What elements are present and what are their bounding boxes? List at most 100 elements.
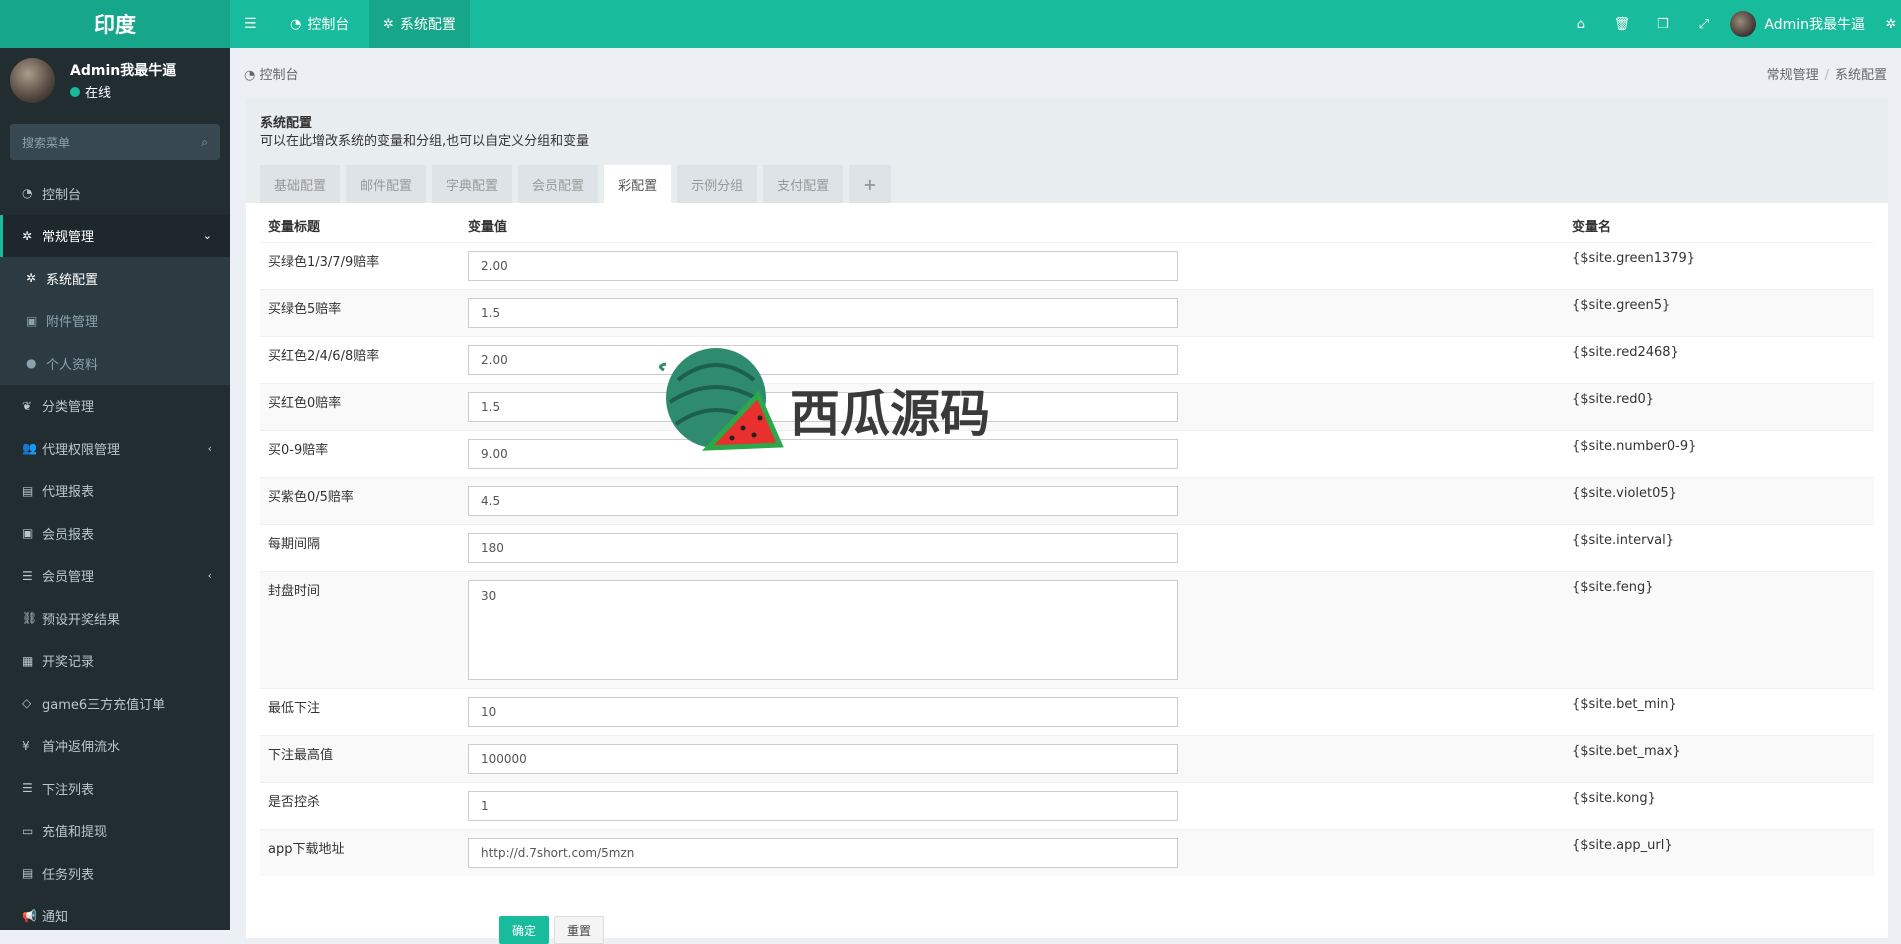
- sidebar-item-label: 会员报表: [42, 527, 95, 543]
- sidebar-item-draw-records[interactable]: ▦ 开奖记录: [0, 640, 230, 683]
- row-title: 买0-9赔率: [260, 429, 460, 477]
- config-tabs: 基础配置 邮件配置 字典配置 会员配置 彩配置 示例分组 支付配置 +: [260, 165, 897, 203]
- chevron-down-icon: ⌄: [202, 229, 212, 243]
- dashboard-icon: ◔: [244, 68, 260, 83]
- value-input[interactable]: 2.00: [468, 250, 1178, 281]
- list-icon: ☰: [22, 781, 33, 796]
- sidebar-item-label: 分类管理: [42, 400, 95, 416]
- watermark: 西瓜源码: [658, 340, 998, 470]
- reset-button[interactable]: 重置: [554, 916, 604, 944]
- file-image-icon: ▣: [26, 313, 38, 328]
- row-title: 每期间隔: [260, 523, 460, 571]
- row-var-name: {$site.feng}: [1564, 570, 1874, 688]
- sidebar-item-notice[interactable]: 📢 通知: [0, 895, 230, 938]
- status-badge: 在线: [70, 82, 111, 101]
- column-header-title: 变量标题: [268, 220, 321, 236]
- book-icon: ▤: [22, 866, 34, 881]
- sidebar: Admin我最牛逼 在线 搜索菜单 ⌕ ◔ 控制台 ✲ 常规管理 ⌄ ✲ 系统配置 ▣ 附…: [0, 48, 230, 930]
- tab-system-config[interactable]: ✲ 系统配置: [369, 0, 470, 48]
- sidebar-item-label: 会员管理: [42, 570, 95, 586]
- watermelon-icon: [659, 348, 784, 451]
- table-row: 是否控杀 1 {$site.kong}: [260, 781, 1874, 829]
- value-input[interactable]: 10: [468, 696, 1178, 727]
- sidebar-item-preset-results[interactable]: ⛓ 预设开奖结果: [0, 597, 230, 640]
- user-name: Admin我最牛逼: [1764, 17, 1865, 33]
- tab-basic[interactable]: 基础配置: [260, 165, 341, 203]
- tab-lottery[interactable]: 彩配置: [604, 165, 672, 203]
- value-input[interactable]: 180: [468, 532, 1178, 563]
- bullhorn-icon: 📢: [22, 908, 37, 923]
- copy-icon[interactable]: ❐: [1642, 17, 1683, 32]
- menu-toggle-button[interactable]: ☰: [244, 0, 262, 48]
- sidebar-item-attachments[interactable]: ▣ 附件管理: [0, 300, 230, 343]
- sidebar-item-member-management[interactable]: ☰ 会员管理 ‹: [0, 555, 230, 598]
- sidebar-item-profile[interactable]: ● 个人资料: [0, 342, 230, 385]
- search-placeholder: 搜索菜单: [22, 135, 71, 150]
- search-icon[interactable]: ⌕: [201, 135, 208, 150]
- row-title: 买紫色0/5赔率: [260, 476, 460, 524]
- row-title: 最低下注: [260, 687, 460, 735]
- row-var-name: {$site.kong}: [1564, 781, 1874, 829]
- avatar: [1730, 11, 1757, 37]
- value-input[interactable]: 1.5: [468, 297, 1178, 328]
- home-icon[interactable]: ⌂: [1560, 17, 1601, 32]
- tab-example[interactable]: 示例分组: [677, 165, 758, 203]
- dashboard-icon: ◔: [22, 186, 33, 201]
- sidebar-item-game6-recharge[interactable]: ◇ game6三方充值订单: [0, 682, 230, 725]
- sidebar-item-agent-report[interactable]: ▤ 代理报表: [0, 470, 230, 513]
- value-textarea[interactable]: 30: [468, 579, 1178, 680]
- calendar-check-icon: ▦: [22, 653, 34, 668]
- brand-logo[interactable]: 印度: [0, 0, 230, 48]
- tab-payment[interactable]: 支付配置: [763, 165, 844, 203]
- fullscreen-icon[interactable]: ⤢: [1683, 17, 1724, 32]
- sidebar-item-dashboard[interactable]: ◔ 控制台: [0, 172, 230, 215]
- breadcrumb-home[interactable]: ◔ 控制台: [244, 64, 299, 84]
- sidebar-submenu: ✲ 系统配置 ▣ 附件管理 ● 个人资料: [0, 257, 230, 385]
- tab-member[interactable]: 会员配置: [518, 165, 599, 203]
- trash-icon[interactable]: 🗑: [1601, 17, 1642, 32]
- gear-icon[interactable]: ✲: [1881, 17, 1901, 32]
- sidebar-item-recharge-withdraw[interactable]: ▭ 充值和提现: [0, 810, 230, 853]
- sidebar-item-category[interactable]: ❦ 分类管理: [0, 385, 230, 428]
- submit-button[interactable]: 确定: [499, 916, 549, 944]
- row-var-name: {$site.bet_min}: [1564, 687, 1874, 735]
- value-input[interactable]: 4.5: [468, 485, 1178, 516]
- sidebar-item-label: 通知: [42, 910, 69, 926]
- table-row: 买绿色5赔率 1.5 {$site.green5}: [260, 288, 1874, 336]
- tab-email[interactable]: 邮件配置: [346, 165, 427, 203]
- sidebar-item-system-config[interactable]: ✲ 系统配置: [0, 257, 230, 300]
- sidebar-item-bet-list[interactable]: ☰ 下注列表: [0, 767, 230, 810]
- sidebar-item-member-report[interactable]: ▣ 会员报表: [0, 512, 230, 555]
- row-var-name: {$site.green1379}: [1564, 241, 1874, 289]
- sidebar-item-label: 控制台: [42, 187, 82, 203]
- value-input[interactable]: http://d.7short.com/5mzn: [468, 837, 1178, 868]
- list-icon: ☰: [22, 568, 33, 583]
- user-menu[interactable]: Admin我最牛逼: [1730, 11, 1865, 37]
- table-row: 封盘时间 30 {$site.feng}: [260, 570, 1874, 688]
- value-input[interactable]: 1: [468, 790, 1178, 821]
- breadcrumb-general[interactable]: 常规管理: [1767, 68, 1819, 83]
- add-group-button[interactable]: +: [849, 165, 891, 203]
- user-panel: Admin我最牛逼 在线: [0, 48, 230, 118]
- cogs-icon: ✲: [22, 228, 33, 243]
- gear-icon: ✲: [383, 16, 394, 32]
- sidebar-item-label: 首冲返佣流水: [42, 740, 121, 756]
- tab-label: 系统配置: [399, 17, 456, 33]
- sidebar-item-task-list[interactable]: ▤ 任务列表: [0, 852, 230, 895]
- row-title: 下注最高值: [260, 734, 460, 782]
- money-icon: ▭: [22, 823, 34, 838]
- tab-dictionary[interactable]: 字典配置: [432, 165, 513, 203]
- sidebar-item-general[interactable]: ✲ 常规管理 ⌄: [0, 214, 230, 257]
- tab-dashboard[interactable]: ◔ 控制台: [290, 0, 349, 48]
- main-content: ◔ 控制台 常规管理 / 系统配置 系统配置 可以在此增改系统的变量和分组,也可以自…: [230, 48, 1901, 944]
- config-panel: 系统配置 可以在此增改系统的变量和分组,也可以自定义分组和变量 基础配置 邮件配…: [246, 98, 1888, 944]
- user-icon: ●: [26, 356, 37, 371]
- table-row: 下注最高值 100000 {$site.bet_max}: [260, 734, 1874, 782]
- sidebar-item-first-recharge-commission[interactable]: ¥ 首冲返佣流水: [0, 725, 230, 768]
- online-dot-icon: [70, 86, 80, 97]
- search-input[interactable]: 搜索菜单 ⌕: [10, 124, 220, 160]
- sidebar-item-label: 常规管理: [42, 230, 95, 246]
- row-title: 买绿色5赔率: [260, 288, 460, 336]
- sidebar-item-agent-permission[interactable]: 👥 代理权限管理 ‹: [0, 427, 230, 470]
- value-input[interactable]: 100000: [468, 743, 1178, 774]
